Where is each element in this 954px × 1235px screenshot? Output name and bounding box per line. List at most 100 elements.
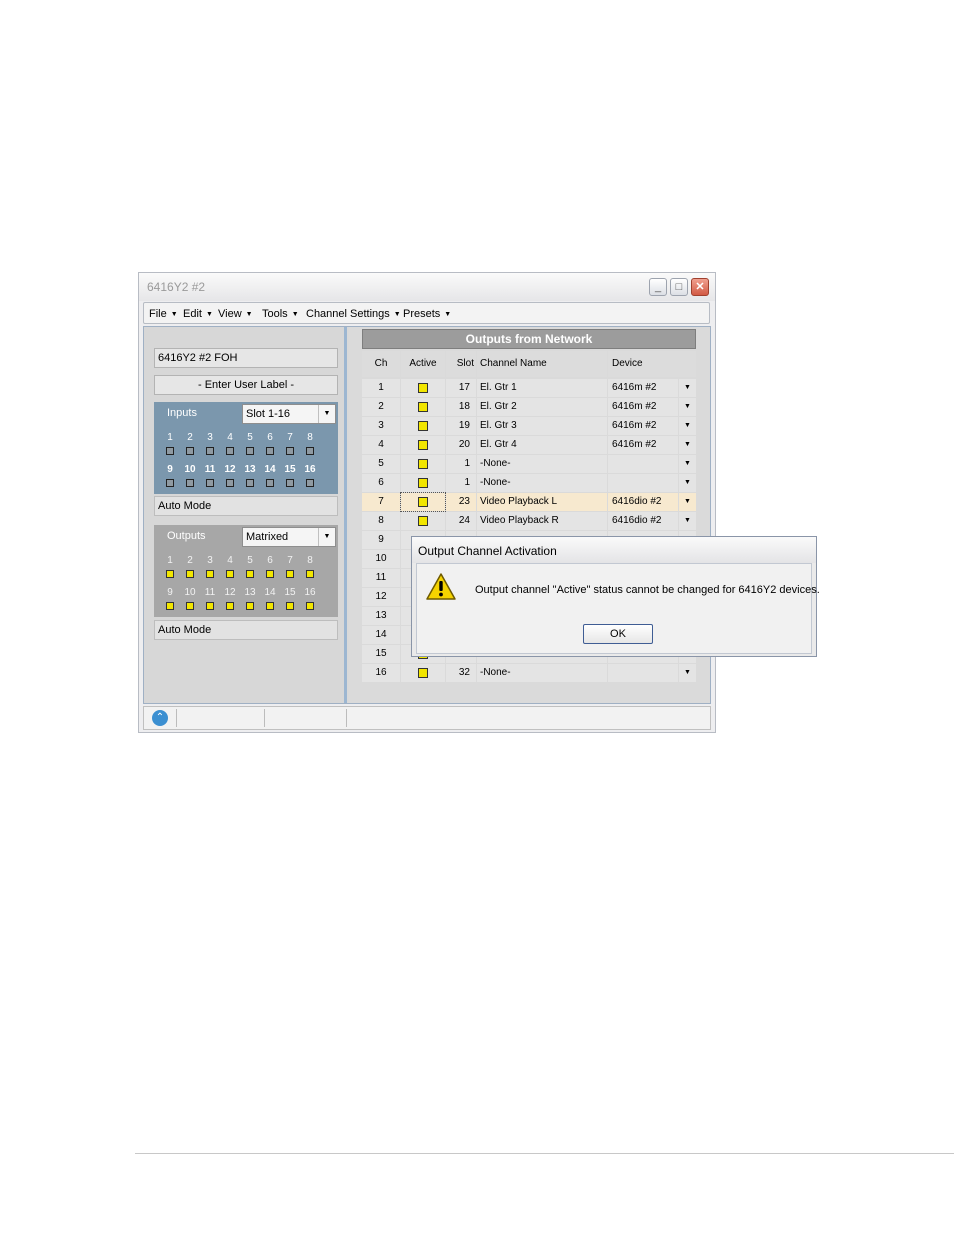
row-active[interactable]	[400, 492, 446, 512]
table-row[interactable]: 8 24 Video Playback R 6416dio #2 ▼	[362, 512, 696, 531]
input-indicator[interactable]	[286, 447, 294, 455]
row-active[interactable]	[401, 436, 445, 454]
input-indicator[interactable]	[226, 479, 234, 487]
table-row[interactable]: 3 19 El. Gtr 3 6416m #2 ▼	[362, 417, 696, 436]
output-indicator[interactable]	[286, 602, 294, 610]
active-indicator[interactable]	[418, 383, 428, 393]
chevron-down-icon[interactable]: ▼	[679, 417, 696, 435]
input-indicator[interactable]	[266, 447, 274, 455]
output-indicator[interactable]	[246, 570, 254, 578]
output-indicator[interactable]	[186, 602, 194, 610]
row-channel-name[interactable]: Video Playback L	[477, 493, 607, 511]
chevron-down-icon[interactable]: ▼	[679, 664, 696, 682]
active-indicator[interactable]	[418, 402, 428, 412]
input-indicator[interactable]	[186, 447, 194, 455]
output-indicator[interactable]	[226, 570, 234, 578]
table-row[interactable]: 6 1 -None- ▼	[362, 474, 696, 493]
input-indicator[interactable]	[246, 447, 254, 455]
user-label-field[interactable]: - Enter User Label -	[154, 375, 338, 395]
table-row[interactable]: 7 23 Video Playback L 6416dio #2 ▼	[362, 492, 696, 512]
active-indicator[interactable]	[418, 459, 428, 469]
input-indicator[interactable]	[266, 479, 274, 487]
table-row[interactable]: 16 32 -None- ▼	[362, 664, 696, 683]
menu-channel-settings[interactable]: Channel Settings ▼	[306, 308, 401, 320]
table-row[interactable]: 2 18 El. Gtr 2 6416m #2 ▼	[362, 398, 696, 417]
input-indicator[interactable]	[306, 479, 314, 487]
menu-view[interactable]: View ▼	[218, 308, 253, 320]
output-indicator[interactable]	[186, 570, 194, 578]
maximize-icon[interactable]: □	[670, 278, 688, 296]
chevron-down-icon[interactable]: ▼	[318, 405, 335, 423]
output-indicator[interactable]	[226, 602, 234, 610]
ok-button[interactable]: OK	[583, 624, 653, 644]
row-channel-name[interactable]: Video Playback R	[477, 512, 607, 530]
close-icon[interactable]: ✕	[691, 278, 709, 296]
network-status-icon[interactable]: ⌃	[152, 710, 168, 726]
row-channel-name[interactable]: El. Gtr 1	[477, 379, 607, 397]
output-indicator[interactable]	[306, 602, 314, 610]
row-active[interactable]	[401, 512, 445, 530]
chevron-down-icon[interactable]: ▼	[318, 528, 335, 546]
row-channel-name[interactable]: -None-	[477, 455, 607, 473]
row-channel-name[interactable]: El. Gtr 2	[477, 398, 607, 416]
row-channel-name[interactable]: El. Gtr 3	[477, 417, 607, 435]
menu-edit[interactable]: Edit ▼	[183, 308, 213, 320]
active-indicator[interactable]	[418, 440, 428, 450]
table-row[interactable]: 5 1 -None- ▼	[362, 455, 696, 474]
input-indicator[interactable]	[206, 447, 214, 455]
row-channel-name[interactable]: -None-	[477, 474, 607, 492]
row-active[interactable]	[401, 417, 445, 435]
title-bar[interactable]: 6416Y2 #2 _ □ ✕	[139, 273, 715, 301]
table-row[interactable]: 1 17 El. Gtr 1 6416m #2 ▼	[362, 379, 696, 398]
device-label-field[interactable]: 6416Y2 #2 FOH	[154, 348, 338, 368]
input-indicator[interactable]	[166, 447, 174, 455]
row-channel-name[interactable]: -None-	[477, 664, 607, 682]
row-active[interactable]	[401, 474, 445, 492]
row-active[interactable]	[401, 379, 445, 397]
row-active[interactable]	[401, 455, 445, 473]
chevron-down-icon[interactable]: ▼	[679, 474, 696, 492]
active-indicator[interactable]	[418, 478, 428, 488]
active-indicator[interactable]	[418, 516, 428, 526]
chevron-down-icon[interactable]: ▼	[679, 455, 696, 473]
output-indicator[interactable]	[266, 570, 274, 578]
active-indicator[interactable]	[418, 668, 428, 678]
chevron-down-icon[interactable]: ▼	[679, 512, 696, 530]
row-channel-name[interactable]: El. Gtr 4	[477, 436, 607, 454]
input-indicator[interactable]	[186, 479, 194, 487]
menu-presets[interactable]: Presets ▼	[403, 308, 451, 320]
output-indicator[interactable]	[306, 570, 314, 578]
input-indicator[interactable]	[206, 479, 214, 487]
menu-tools[interactable]: Tools ▼	[262, 308, 299, 320]
row-active[interactable]	[401, 664, 445, 682]
input-indicator[interactable]	[246, 479, 254, 487]
output-indicator[interactable]	[166, 602, 174, 610]
active-indicator[interactable]	[418, 421, 428, 431]
dialog-title[interactable]: Output Channel Activation	[412, 537, 816, 563]
output-indicator[interactable]	[166, 570, 174, 578]
output-indicator[interactable]	[286, 570, 294, 578]
chevron-down-icon[interactable]: ▼	[679, 493, 696, 511]
active-indicator[interactable]	[418, 497, 428, 507]
output-indicator[interactable]	[206, 602, 214, 610]
chevron-down-icon[interactable]: ▼	[679, 379, 696, 397]
input-indicator[interactable]	[226, 447, 234, 455]
output-indicator[interactable]	[266, 602, 274, 610]
table-row[interactable]: 4 20 El. Gtr 4 6416m #2 ▼	[362, 436, 696, 455]
outputs-mode-select[interactable]: Matrixed ▼	[242, 527, 336, 547]
output-number: 5	[247, 555, 253, 566]
output-indicator[interactable]	[206, 570, 214, 578]
row-active[interactable]	[401, 398, 445, 416]
dialog-body: Output channel "Active" status cannot be…	[416, 563, 820, 654]
chevron-down-icon[interactable]: ▼	[679, 436, 696, 454]
inputs-slot-select[interactable]: Slot 1-16 ▼	[242, 404, 336, 424]
output-indicator[interactable]	[246, 602, 254, 610]
row-ch: 8	[362, 512, 400, 530]
input-indicator[interactable]	[286, 479, 294, 487]
row-ch: 7	[362, 493, 400, 511]
menu-file[interactable]: File ▼	[149, 308, 178, 320]
input-indicator[interactable]	[166, 479, 174, 487]
input-indicator[interactable]	[306, 447, 314, 455]
minimize-icon[interactable]: _	[649, 278, 667, 296]
chevron-down-icon[interactable]: ▼	[679, 398, 696, 416]
